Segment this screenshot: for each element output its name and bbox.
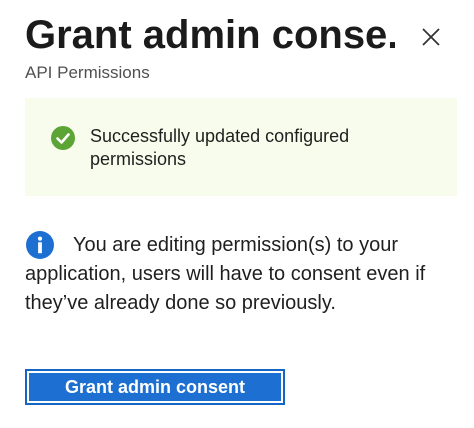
info-message: You are editing permission(s) to your ap… — [25, 234, 426, 314]
panel-subtitle: API Permissions — [25, 63, 150, 82]
check-circle-icon — [51, 126, 75, 150]
grant-admin-consent-panel: Grant admin conse... API Permissions Suc… — [0, 0, 474, 428]
success-message: Successfully updated configured permissi… — [90, 126, 350, 169]
close-icon — [422, 28, 440, 46]
success-banner: Successfully updated configured permissi… — [25, 98, 457, 196]
panel-title: Grant admin conse... — [25, 13, 395, 57]
close-button[interactable] — [414, 20, 448, 54]
grant-admin-consent-label: Grant admin consent — [29, 373, 281, 401]
grant-admin-consent-button[interactable]: Grant admin consent — [25, 369, 285, 405]
